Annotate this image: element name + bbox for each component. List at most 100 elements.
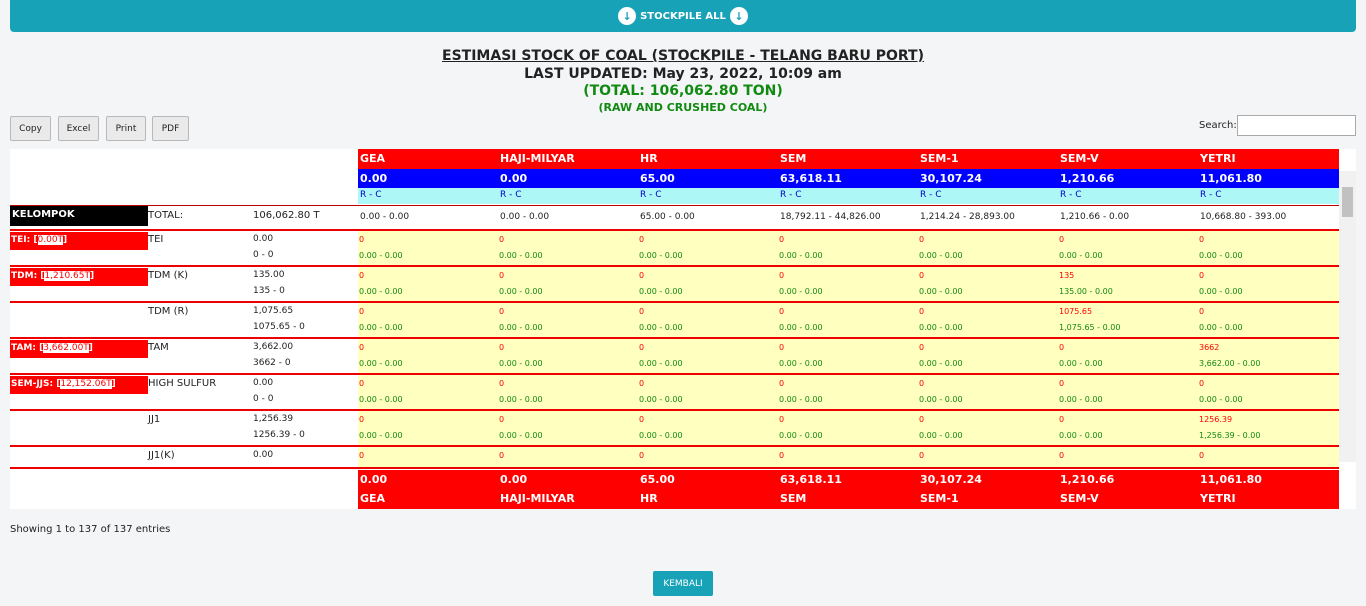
cell-range: 0.00 - 0.00 [919, 395, 963, 404]
cell-range: 0.00 - 0.00 [499, 431, 543, 440]
cell-value: 0 [919, 235, 925, 244]
kembali-button[interactable]: KEMBALI [653, 571, 713, 596]
scroll-thumb[interactable] [1342, 187, 1353, 217]
row-highlight [358, 447, 1339, 467]
cell-value: 0 [1059, 343, 1065, 352]
footer-total: 65.00 [640, 473, 675, 486]
column-detail: 0.00 - 0.00 [500, 212, 550, 222]
cell-range: 0.00 - 0.00 [1059, 251, 1103, 260]
column-name: SEM [780, 152, 807, 165]
cell-value: 0 [499, 451, 505, 460]
cell-range: 0.00 - 0.00 [499, 323, 543, 332]
column-rc: R - C [1060, 190, 1082, 200]
cell-value: 3662 [1199, 343, 1220, 352]
column-total: 11,061.80 [1200, 172, 1262, 185]
column-name: YETRI [1200, 152, 1236, 165]
cell-range: 0.00 - 0.00 [1199, 251, 1243, 260]
cell-value: 0 [779, 271, 785, 280]
cell-range: 0.00 - 0.00 [639, 395, 683, 404]
cell-value: 0 [919, 271, 925, 280]
group-value: 3,662.00T [43, 343, 89, 353]
cell-range: 0.00 - 0.00 [919, 431, 963, 440]
group-name: TAM: [11, 343, 36, 353]
print-button[interactable]: Print [106, 116, 146, 141]
footer-name: HAJI-MILYAR [500, 492, 575, 505]
cell-range: 0.00 - 0.00 [779, 395, 823, 404]
stockpile-all-label: STOCKPILE ALL [640, 10, 726, 22]
cell-value: 0 [639, 379, 645, 388]
cell-range: 3,662.00 - 0.00 [1199, 359, 1261, 368]
stockpile-all-bar[interactable]: ↓ STOCKPILE ALL ↓ [10, 0, 1356, 32]
footer-name: SEM [780, 492, 807, 505]
cell-range: 0.00 - 0.00 [919, 359, 963, 368]
column-total: 0.00 [360, 172, 388, 185]
cell-value: 0 [919, 379, 925, 388]
entries-info: Showing 1 to 137 of 137 entries [10, 524, 171, 535]
group-bracket: ] [63, 235, 68, 245]
cell-range: 0.00 - 0.00 [779, 251, 823, 260]
cell-value: 0 [359, 415, 365, 424]
cell-value: 0 [639, 235, 645, 244]
column-rc: R - C [920, 190, 942, 200]
cell-value: 0 [639, 343, 645, 352]
cell-range: 0.00 - 0.00 [359, 287, 403, 296]
cell-value: 0 [1059, 451, 1065, 460]
column-total: 30,107.24 [920, 172, 982, 185]
copy-button[interactable]: Copy [10, 116, 51, 141]
cell-value: 0 [779, 307, 785, 316]
footer-total: 11,061.80 [1200, 473, 1262, 486]
row-value: 135.00 [253, 270, 285, 280]
group-bracket: ] [111, 379, 116, 389]
cell-value: 0 [919, 343, 925, 352]
group-name: SEM-JJS: [11, 379, 54, 389]
cell-range: 1,256.39 - 0.00 [1199, 431, 1261, 440]
cell-value: 0 [639, 271, 645, 280]
column-total: 1,210.66 [1060, 172, 1115, 185]
footer-name: SEM-V [1060, 492, 1099, 505]
total-value: 106,062.80 T [253, 210, 320, 221]
footer-name: YETRI [1200, 492, 1236, 505]
row-value: 3,662.00 [253, 342, 294, 352]
cell-range: 0.00 - 0.00 [919, 251, 963, 260]
column-rc: R - C [640, 190, 662, 200]
cell-value: 0 [1199, 307, 1205, 316]
cell-value: 0 [779, 235, 785, 244]
cell-value: 0 [919, 451, 925, 460]
total-label: TOTAL: [148, 210, 184, 221]
cell-range: 0.00 - 0.00 [1199, 395, 1243, 404]
row-value: 0.00 [253, 378, 274, 388]
footer-total: 1,210.66 [1060, 473, 1115, 486]
subtitle: (RAW AND CRUSHED COAL) [598, 101, 768, 114]
cell-value: 0 [919, 415, 925, 424]
row-range: 1075.65 - 0 [253, 322, 305, 332]
arrow-circle-down-icon: ↓ [618, 7, 637, 25]
cell-value: 0 [359, 379, 365, 388]
cell-range: 0.00 - 0.00 [919, 323, 963, 332]
footer-total: 0.00 [360, 473, 388, 486]
cell-range: 0.00 - 0.00 [639, 251, 683, 260]
table-scrollbar[interactable] [1339, 171, 1356, 462]
cell-range: 0.00 - 0.00 [359, 251, 403, 260]
pdf-button[interactable]: PDF [152, 116, 189, 141]
cell-value: 0 [1199, 235, 1205, 244]
column-total: 65.00 [640, 172, 675, 185]
excel-button[interactable]: Excel [58, 116, 99, 141]
footer-total: 63,618.11 [780, 473, 842, 486]
group-name: TEI: [11, 235, 31, 245]
row-range: 0 - 0 [253, 394, 274, 404]
column-rc: R - C [500, 190, 522, 200]
cell-range: 0.00 - 0.00 [639, 359, 683, 368]
column-detail: 65.00 - 0.00 [640, 212, 695, 222]
search-input[interactable] [1237, 115, 1356, 136]
row-divider [10, 467, 1339, 469]
cell-value: 0 [1059, 415, 1065, 424]
cell-value: 0 [1199, 379, 1205, 388]
row-name: TDM (K) [148, 270, 188, 281]
cell-range: 0.00 - 0.00 [359, 359, 403, 368]
group-bracket: [ [30, 235, 38, 245]
row-range: 1256.39 - 0 [253, 430, 305, 440]
footer-total: 30,107.24 [920, 473, 982, 486]
cell-range: 0.00 - 0.00 [1059, 395, 1103, 404]
group-value: 0.00T [37, 235, 64, 245]
group-value: 12,152.06T [60, 379, 112, 389]
